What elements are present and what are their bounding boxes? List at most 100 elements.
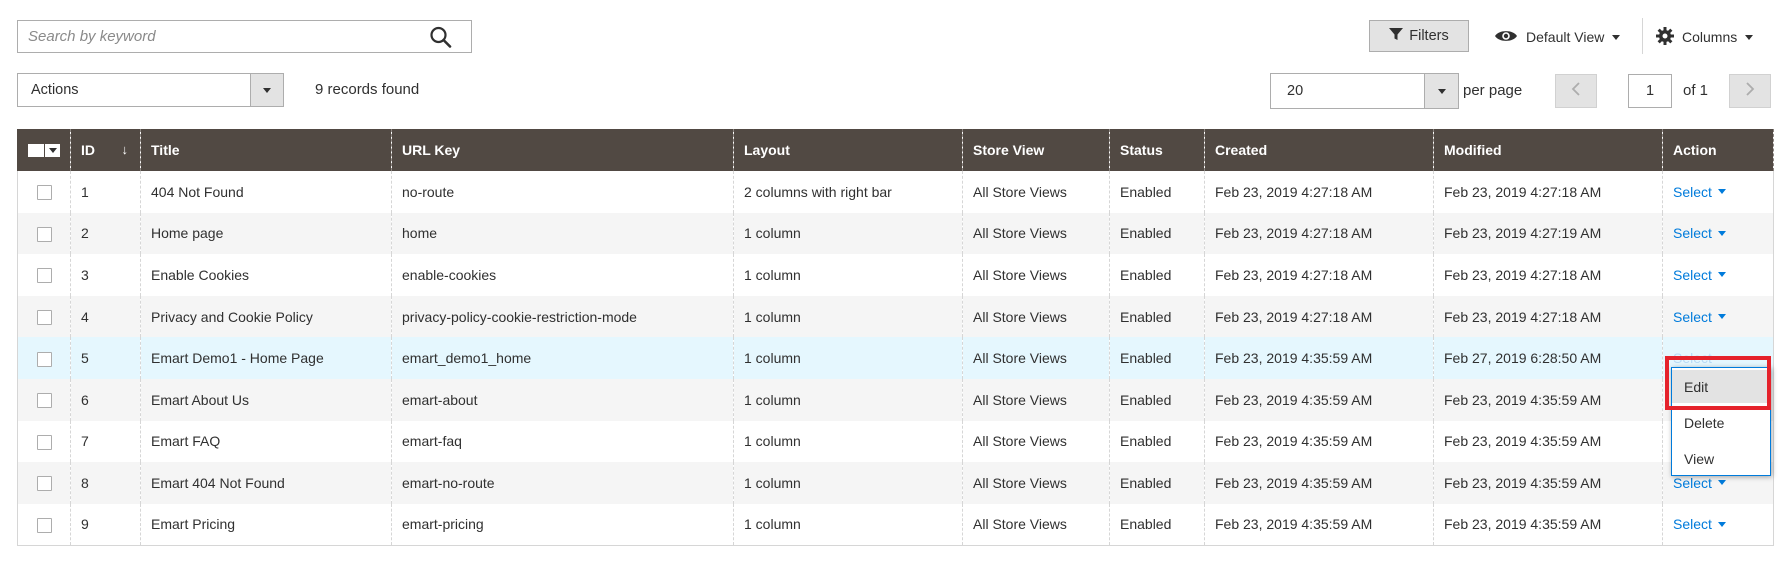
column-header-id[interactable]: ID ↓ <box>70 129 141 171</box>
cell-store-view: All Store Views <box>962 420 1110 463</box>
column-header-url-key[interactable]: URL Key <box>391 129 734 171</box>
cell-title: Home page <box>140 212 392 255</box>
table-row[interactable]: 4 Privacy and Cookie Policy privacy-policy… <box>17 295 1774 338</box>
cell-select <box>17 171 71 213</box>
chevron-down-icon <box>1717 230 1726 236</box>
records-found: 9 records found <box>315 81 420 98</box>
cell-created: Feb 23, 2019 4:35:59 AM <box>1204 337 1434 379</box>
chevron-down-icon <box>250 74 283 106</box>
chevron-left-icon <box>1571 82 1581 100</box>
cell-title: Emart About Us <box>140 378 392 421</box>
column-header-action: Action <box>1662 129 1774 171</box>
cell-url-key: emart-pricing <box>391 503 734 546</box>
action-menu-edit[interactable]: Edit <box>1672 370 1770 403</box>
cell-status: Enabled <box>1109 212 1205 255</box>
cell-created: Feb 23, 2019 4:35:59 AM <box>1204 378 1434 421</box>
chevron-down-icon <box>1717 521 1726 527</box>
search-box <box>17 20 472 53</box>
columns-button[interactable]: Columns <box>1656 24 1754 50</box>
column-header-modified[interactable]: Modified <box>1433 129 1663 171</box>
row-checkbox[interactable] <box>37 351 52 367</box>
filters-button[interactable]: Filters <box>1369 20 1469 52</box>
row-action-select-label: Select <box>1673 474 1712 491</box>
row-checkbox[interactable] <box>37 226 52 242</box>
mass-select-header[interactable] <box>17 129 71 171</box>
per-page-select[interactable]: 20 <box>1270 73 1459 109</box>
row-checkbox[interactable] <box>37 434 52 450</box>
row-action-select[interactable]: Select <box>1673 225 1726 241</box>
filters-label: Filters <box>1409 28 1449 44</box>
cell-url-key: privacy-policy-cookie-restriction-mode <box>391 295 734 338</box>
cell-modified: Feb 23, 2019 4:35:59 AM <box>1433 378 1663 421</box>
page-number-input[interactable] <box>1628 74 1672 108</box>
table-row[interactable]: 6 Emart About Us emart-about 1 column All St… <box>17 378 1774 421</box>
search-icon[interactable] <box>429 26 453 48</box>
cell-created: Feb 23, 2019 4:27:18 AM <box>1204 212 1434 255</box>
cell-url-key: emart_demo1_home <box>391 337 734 379</box>
cell-id: 7 <box>70 420 141 463</box>
table-row[interactable]: 2 Home page home 1 column All Store Views Ena… <box>17 212 1774 255</box>
cell-created: Feb 23, 2019 4:27:18 AM <box>1204 295 1434 338</box>
cell-url-key: no-route <box>391 171 734 213</box>
row-checkbox[interactable] <box>37 309 52 325</box>
mass-select-checkbox[interactable] <box>28 143 44 157</box>
row-action-select[interactable]: Select <box>1673 267 1726 283</box>
chevron-down-icon <box>1717 314 1726 320</box>
cell-created: Feb 23, 2019 4:35:59 AM <box>1204 462 1434 504</box>
cell-layout: 2 columns with right bar <box>733 171 963 213</box>
row-action-select[interactable]: Select <box>1673 516 1726 532</box>
page-of-label: of 1 <box>1683 82 1709 99</box>
cell-select <box>17 212 71 255</box>
row-checkbox[interactable] <box>37 268 52 284</box>
row-action-select[interactable]: Select <box>1673 309 1726 325</box>
chevron-down-icon <box>1717 272 1726 278</box>
column-header-layout[interactable]: Layout <box>733 129 963 171</box>
column-header-status[interactable]: Status <box>1109 129 1205 171</box>
table-row[interactable]: 7 Emart FAQ emart-faq 1 column All Store Vie… <box>17 420 1774 463</box>
table-row[interactable]: 3 Enable Cookies enable-cookies 1 column All… <box>17 254 1774 296</box>
cell-layout: 1 column <box>733 462 963 504</box>
action-menu-delete[interactable]: Delete <box>1672 406 1770 439</box>
row-action-menu: Edit Delete View <box>1671 367 1771 476</box>
column-header-store-view[interactable]: Store View <box>962 129 1110 171</box>
table-row[interactable]: 8 Emart 404 Not Found emart-no-route 1 colu… <box>17 462 1774 504</box>
row-action-select[interactable]: Select <box>1673 350 1712 366</box>
default-view-button[interactable]: Default View <box>1494 24 1621 50</box>
cell-modified: Feb 23, 2019 4:27:19 AM <box>1433 212 1663 255</box>
row-checkbox[interactable] <box>37 517 52 533</box>
cell-modified: Feb 23, 2019 4:35:59 AM <box>1433 420 1663 463</box>
cell-id: 1 <box>70 171 141 213</box>
action-menu-view[interactable]: View <box>1672 442 1770 475</box>
row-action-select[interactable]: Select <box>1673 475 1726 491</box>
cell-select <box>17 420 71 463</box>
mass-actions-select[interactable]: Actions <box>17 73 284 107</box>
per-page-value: 20 <box>1287 83 1304 99</box>
cell-action: Select <box>1662 254 1774 296</box>
column-header-title[interactable]: Title <box>140 129 392 171</box>
cell-select <box>17 462 71 504</box>
columns-label: Columns <box>1682 29 1738 45</box>
chevron-down-icon[interactable] <box>45 143 60 157</box>
cell-select <box>17 503 71 546</box>
table-row[interactable]: 1 404 Not Found no-route 2 columns with rig… <box>17 171 1774 213</box>
table-row[interactable]: 9 Emart Pricing emart-pricing 1 column All S… <box>17 503 1774 546</box>
cms-pages-grid: ID ↓ Title URL Key Layout Store View Stat… <box>17 129 1774 546</box>
previous-page-button[interactable] <box>1555 74 1597 108</box>
row-checkbox[interactable] <box>37 476 52 492</box>
row-action-select-label: Select <box>1673 266 1712 283</box>
cell-title: Enable Cookies <box>140 254 392 296</box>
cell-store-view: All Store Views <box>962 503 1110 546</box>
cell-layout: 1 column <box>733 212 963 255</box>
table-row[interactable]: 5 Emart Demo1 - Home Page emart_demo1_home… <box>17 337 1774 379</box>
row-checkbox[interactable] <box>37 393 52 409</box>
row-checkbox[interactable] <box>37 185 52 201</box>
cell-status: Enabled <box>1109 171 1205 213</box>
column-header-created[interactable]: Created <box>1204 129 1434 171</box>
search-input[interactable] <box>18 21 418 52</box>
next-page-button[interactable] <box>1729 74 1771 108</box>
row-action-select[interactable]: Select <box>1673 184 1726 200</box>
cell-layout: 1 column <box>733 378 963 421</box>
cell-modified: Feb 23, 2019 4:27:18 AM <box>1433 295 1663 338</box>
chevron-down-icon <box>1717 480 1726 486</box>
cell-created: Feb 23, 2019 4:35:59 AM <box>1204 503 1434 546</box>
